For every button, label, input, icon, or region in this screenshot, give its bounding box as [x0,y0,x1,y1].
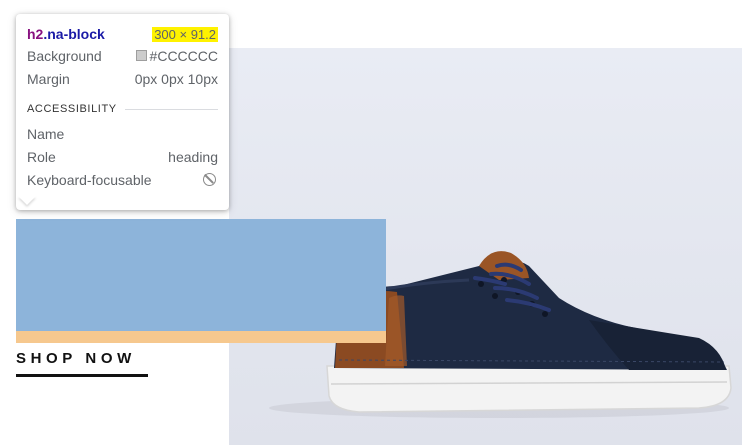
margin-row: Margin 0px 0px 10px [27,67,218,90]
highlighted-heading-content [16,219,386,331]
a11y-focusable-row: Keyboard-focusable [27,168,218,191]
inspect-tooltip: h2.na-block 300 × 91.2 Background #CCCCC… [16,14,229,210]
accessibility-section-header: ACCESSIBILITY [27,102,218,116]
a11y-focusable-label: Keyboard-focusable [27,171,152,188]
tag-class: .na-block [43,26,105,42]
color-swatch-icon [135,50,147,61]
margin-label: Margin [27,70,70,87]
background-row: Background #CCCCCC [27,44,218,67]
tooltip-header: h2.na-block 300 × 91.2 [27,24,218,44]
a11y-role-value: heading [168,148,218,165]
accessibility-title: ACCESSIBILITY [27,103,117,115]
background-value: #CCCCCC [135,47,218,64]
tag-name: h2 [27,26,44,42]
element-size: 300 × 91.2 [152,26,218,42]
not-allowed-icon [203,173,216,186]
a11y-role-label: Role [27,148,56,165]
background-color-text: #CCCCCC [149,47,218,64]
section-divider [124,108,218,110]
a11y-role-row: Role heading [27,145,218,168]
highlighted-heading-margin [16,331,386,343]
background-label: Background [27,47,102,64]
element-selector: h2.na-block [27,26,105,42]
focusable-value [203,173,218,186]
margin-value: 0px 0px 10px [134,70,218,87]
a11y-name-row: Name [27,122,218,145]
shop-now-link[interactable]: SHOP NOW [16,350,148,377]
tooltip-arrow [18,196,36,205]
a11y-name-label: Name [27,125,65,142]
